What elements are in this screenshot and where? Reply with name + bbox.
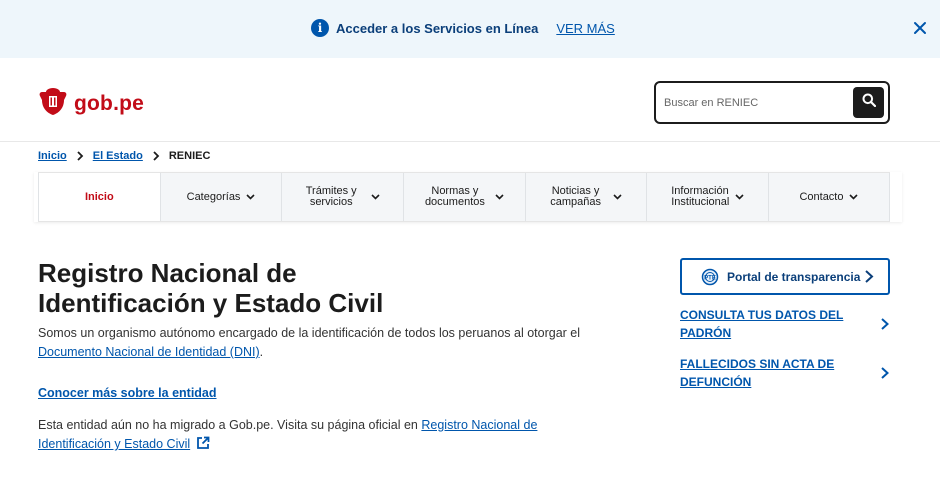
search-button[interactable] [853,87,884,118]
nav-label-line: campañas [550,196,601,208]
nav-label-line: documentos [424,196,485,208]
portal-label: Portal de transparencia [727,269,861,284]
banner-content: i Acceder a los Servicios en Línea VER M… [311,19,615,37]
desc-end: . [259,345,264,359]
chevron-down-icon [246,194,256,200]
nav-informacion[interactable]: Información Institucional [646,173,769,221]
nav-label: Información Institucional [671,186,729,208]
side-link-line: CONSULTA TUS DATOS DEL [680,308,844,322]
nav-label-line: servicios [309,196,353,208]
chevron-down-icon [849,194,859,200]
desc-text: Somos un organismo autónomo encargado de… [38,326,581,340]
breadcrumb: Inicio El Estado RENIEC [38,150,210,162]
ver-mas-link[interactable]: VER MÁS [556,21,615,36]
chevron-down-icon [613,194,622,200]
info-icon: i [311,19,329,37]
portal-transparencia-button[interactable]: PTE Portal de transparencia [680,258,890,295]
chevron-right-icon [152,151,160,161]
search-box [654,81,890,124]
transparency-icon: PTE [701,268,719,286]
nav-label: Normas y documentos [425,186,485,208]
site-header: gob.pe [0,58,940,142]
svg-text:PTE: PTE [704,275,716,281]
breadcrumb-el-estado[interactable]: El Estado [93,150,143,162]
fallecidos-link[interactable]: FALLECIDOS SIN ACTA DE DEFUNCIÓN [680,355,890,391]
side-link-label: CONSULTA TUS DATOS DEL PADRÓN [680,306,855,342]
side-link-line: PADRÓN [680,326,732,340]
side-link-line: FALLECIDOS SIN ACTA DE [680,357,835,371]
conocer-mas-link[interactable]: Conocer más sobre la entidad [38,386,217,400]
chevron-down-icon [735,194,744,200]
search-input[interactable] [664,93,844,113]
top-banner: i Acceder a los Servicios en Línea VER M… [0,0,940,58]
title-line: Identificación y Estado Civil [38,288,384,318]
chevron-down-icon [371,194,380,200]
nav-normas[interactable]: Normas y documentos [403,173,525,221]
external-link-icon[interactable] [196,436,210,456]
nav-label: Categorías [186,190,241,203]
migrated-text: Esta entidad aún no ha migrado a Gob.pe.… [38,418,422,432]
breadcrumb-inicio[interactable]: Inicio [38,150,67,162]
nav-label: Contacto [799,190,844,203]
chevron-down-icon [495,194,504,200]
page-title: Registro Nacional de Identificación y Es… [38,258,458,318]
banner-text: Acceder a los Servicios en Línea [336,20,539,36]
close-icon[interactable] [912,20,928,36]
migration-notice: Esta entidad aún no ha migrado a Gob.pe.… [38,416,608,456]
chevron-right-icon [76,151,84,161]
nav-categorias[interactable]: Categorías [159,173,282,221]
nav-tramites[interactable]: Trámites y servicios [281,173,404,221]
nav-label: Inicio [84,190,114,203]
consulta-padron-link[interactable]: CONSULTA TUS DATOS DEL PADRÓN [680,306,890,342]
nav-label-line: Institucional [671,196,730,208]
nav-inicio[interactable]: Inicio [38,173,160,221]
title-line: Registro Nacional de [38,258,297,288]
nav-label: Noticias y campañas [550,186,601,208]
chevron-right-icon [880,317,890,331]
dni-link[interactable]: Documento Nacional de Identidad (DNI) [38,345,260,359]
nav-label: Trámites y servicios [306,186,357,208]
entity-description: Somos un organismo autónomo encargado de… [38,324,598,362]
chevron-right-icon [880,366,890,380]
logo-text: gob.pe [74,91,145,115]
search-icon [862,93,876,112]
side-link-line: DEFUNCIÓN [680,375,752,389]
side-link-label: FALLECIDOS SIN ACTA DE DEFUNCIÓN [680,355,855,391]
gobpe-logo[interactable]: gob.pe [38,86,144,121]
nav-contacto[interactable]: Contacto [768,173,890,221]
shield-icon [38,86,68,121]
chevron-right-icon [864,269,874,284]
nav-noticias[interactable]: Noticias y campañas [524,173,647,221]
breadcrumb-current: RENIEC [168,150,211,162]
main-nav: Inicio Categorías Trámites y servicios No… [38,172,890,222]
